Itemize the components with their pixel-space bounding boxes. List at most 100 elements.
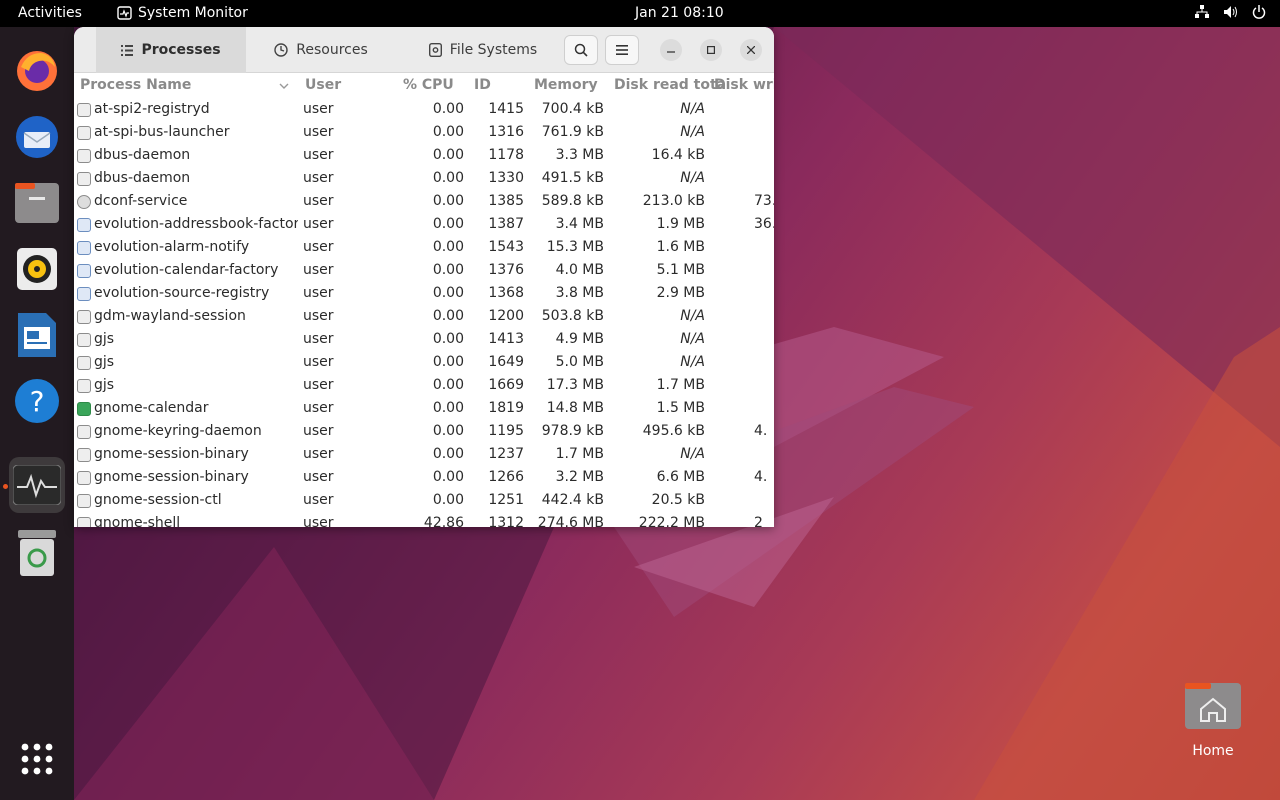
table-row[interactable]: dconf-service user 0.00 1385 589.8 kB 213.0 k… [74,191,774,214]
power-icon [1252,5,1266,19]
table-row[interactable]: gnome-session-binary user 0.00 1237 1.7 MB N/… [74,444,774,467]
process-id: 1266 [488,469,524,485]
table-row[interactable]: at-spi2-registryd user 0.00 1415 700.4 kB N/A [74,99,774,122]
dock-help[interactable]: ? [9,373,65,429]
process-memory: 3.4 MB [555,216,604,232]
tab-processes[interactable]: Processes [96,27,246,73]
running-indicator [3,484,8,489]
dock-trash[interactable] [9,525,65,581]
dock-files[interactable] [9,175,65,231]
process-id: 1819 [488,400,524,416]
table-row[interactable]: gnome-calendar user 0.00 1819 14.8 MB 1.5 MB [74,398,774,421]
process-user: user [303,492,334,508]
process-user: user [303,354,334,370]
table-row[interactable]: evolution-calendar-factory user 0.00 1376 4.… [74,260,774,283]
desktop-home-folder[interactable]: Home [1180,683,1246,763]
process-icon [77,379,91,393]
app-menu[interactable]: System Monitor [117,5,248,21]
process-icon [77,103,91,117]
table-row[interactable]: gnome-session-binary user 0.00 1266 3.2 MB 6.… [74,467,774,490]
firefox-icon [17,51,57,91]
clock[interactable]: Jan 21 08:10 [635,5,724,21]
col-disk-write[interactable]: Disk writ [714,77,774,93]
process-user: user [303,423,334,439]
process-icon [77,517,91,527]
table-row[interactable]: gjs user 0.00 1649 5.0 MB N/A [74,352,774,375]
process-memory: 503.8 kB [541,308,604,324]
process-id: 1543 [488,239,524,255]
close-button[interactable] [740,39,762,61]
process-disk-read: N/A [680,124,705,140]
table-row[interactable]: gnome-session-ctl user 0.00 1251 442.4 kB 20.… [74,490,774,513]
dock-writer[interactable] [9,307,65,363]
search-button[interactable] [564,35,598,65]
col-process-name[interactable]: Process Name [80,77,191,93]
col-cpu[interactable]: % CPU [403,77,454,93]
process-user: user [303,446,334,462]
table-row[interactable]: evolution-alarm-notify user 0.00 1543 15.3 M… [74,237,774,260]
show-apps-button[interactable] [9,731,65,787]
table-row[interactable]: at-spi-bus-launcher user 0.00 1316 761.9 kB N… [74,122,774,145]
process-memory: 274.6 MB [537,515,604,527]
process-id: 1330 [488,170,524,186]
col-memory[interactable]: Memory [534,77,598,93]
col-id[interactable]: ID [474,77,491,93]
network-icon [1195,5,1209,18]
col-user[interactable]: User [305,77,341,93]
process-icon [77,494,91,508]
system-tray[interactable] [1195,5,1266,19]
process-cpu: 0.00 [432,239,464,255]
sort-chevron-down-icon[interactable] [279,83,289,90]
process-id: 1368 [488,285,524,301]
tab-resources[interactable]: Resources [256,27,386,73]
process-name: gnome-keyring-daemon [94,423,262,439]
process-memory: 589.8 kB [541,193,604,209]
process-memory: 978.9 kB [541,423,604,439]
col-disk-read[interactable]: Disk read tota [614,77,726,93]
process-cpu: 0.00 [432,492,464,508]
hamburger-icon [616,45,628,55]
process-disk-read: 222.2 MB [638,515,705,527]
tab-file-systems[interactable]: File Systems [400,27,566,73]
maximize-button[interactable] [700,39,722,61]
dock-firefox[interactable] [9,43,65,99]
minimize-button[interactable] [660,39,682,61]
process-disk-read: 1.7 MB [656,377,705,393]
process-id: 1178 [488,147,524,163]
process-memory: 3.3 MB [555,147,604,163]
process-name: gdm-wayland-session [94,308,246,324]
table-row[interactable]: gnome-shell user 42.86 1312 274.6 MB 222.2 MB… [74,513,774,527]
process-id: 1316 [488,124,524,140]
process-disk-write: 4. [754,469,768,485]
system-monitor-app-icon [117,6,132,20]
process-cpu: 0.00 [432,101,464,117]
process-name: evolution-addressbook-factory [94,216,298,232]
table-row[interactable]: gnome-keyring-daemon user 0.00 1195 978.9 kB… [74,421,774,444]
table-row[interactable]: dbus-daemon user 0.00 1178 3.3 MB 16.4 kB [74,145,774,168]
activities-button[interactable]: Activities [18,5,82,21]
process-memory: 4.0 MB [555,262,604,278]
dock-system-monitor[interactable] [9,457,65,513]
dock-thunderbird[interactable] [9,109,65,165]
menu-button[interactable] [605,35,639,65]
table-row[interactable]: dbus-daemon user 0.00 1330 491.5 kB N/A [74,168,774,191]
thunderbird-icon [16,116,58,158]
process-memory: 442.4 kB [541,492,604,508]
dock-rhythmbox[interactable] [9,241,65,297]
table-row[interactable]: gjs user 0.00 1413 4.9 MB N/A [74,329,774,352]
process-id: 1195 [488,423,524,439]
process-list: at-spi2-registryd user 0.00 1415 700.4 kB N/A… [74,99,774,527]
process-disk-read: 1.9 MB [656,216,705,232]
process-icon [77,126,91,140]
process-id: 1251 [488,492,524,508]
table-row[interactable]: gdm-wayland-session user 0.00 1200 503.8 kB N… [74,306,774,329]
process-icon [77,448,91,462]
process-cpu: 0.00 [432,354,464,370]
process-memory: 761.9 kB [541,124,604,140]
writer-icon [18,313,56,357]
process-icon [77,471,91,485]
table-row[interactable]: evolution-source-registry user 0.00 1368 3.8… [74,283,774,306]
table-row[interactable]: evolution-addressbook-factory user 0.00 138… [74,214,774,237]
process-disk-read: 1.5 MB [656,400,705,416]
table-row[interactable]: gjs user 0.00 1669 17.3 MB 1.7 MB [74,375,774,398]
